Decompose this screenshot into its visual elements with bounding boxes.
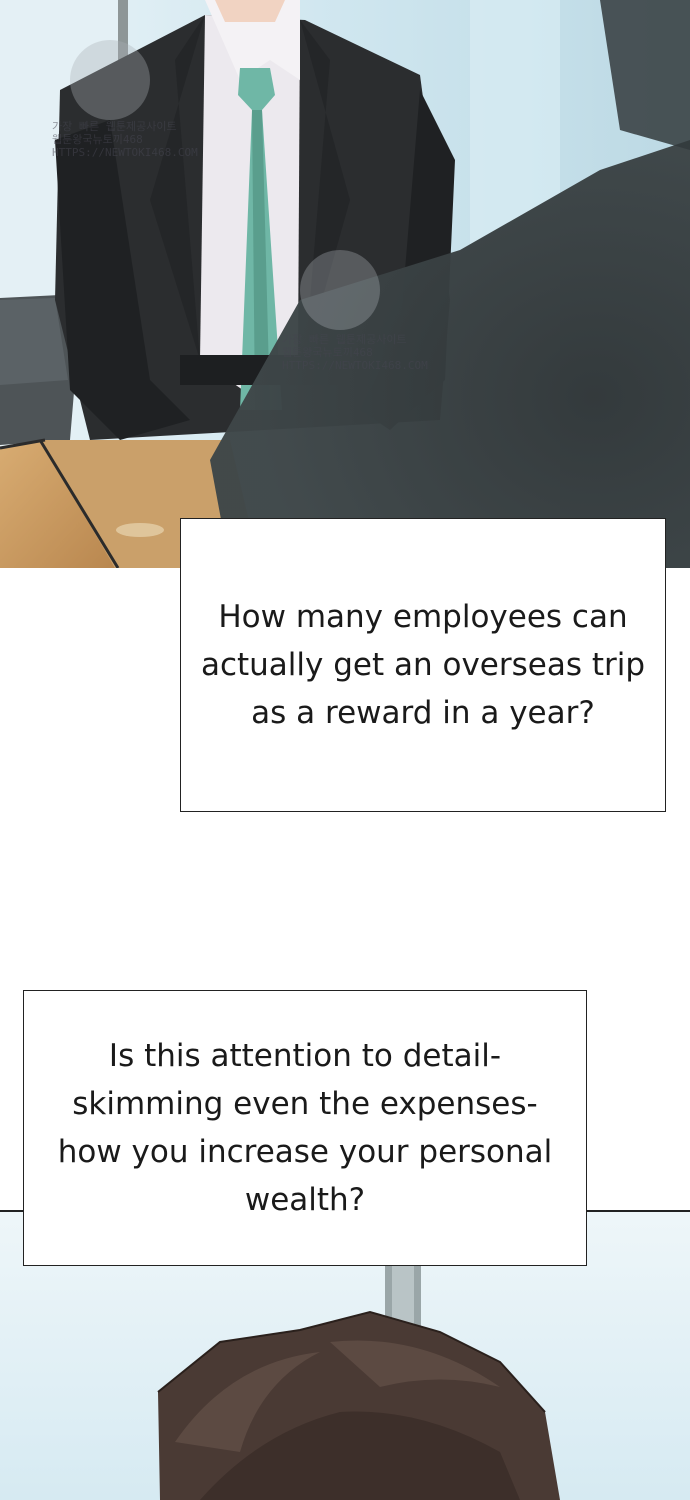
office-panel-illustration: 가장 빠른 웹툰제공사이트 웹툰왕국뉴토끼468 HTTPS://NEWTOKI… <box>0 0 690 568</box>
dialogue-box-1: How many employees can actually get an o… <box>180 518 666 812</box>
comic-page: 가장 빠른 웹툰제공사이트 웹툰왕국뉴토끼468 HTTPS://NEWTOKI… <box>0 0 690 1500</box>
dialogue-text-1: How many employees can actually get an o… <box>200 599 646 731</box>
watermark-mascot-icon <box>70 40 150 120</box>
dialogue-text-2: Is this attention to detail- skimming ev… <box>57 1038 553 1218</box>
dialogue-box-2: Is this attention to detail- skimming ev… <box>23 990 587 1266</box>
watermark-text: 가장 빠른 웹툰제공사이트 웹툰왕국뉴토끼468 HTTPS://NEWTOKI… <box>282 333 428 372</box>
watermark-mascot-icon <box>300 250 380 330</box>
watermark-text: 가장 빠른 웹툰제공사이트 웹툰왕국뉴토끼468 HTTPS://NEWTOKI… <box>52 120 198 159</box>
